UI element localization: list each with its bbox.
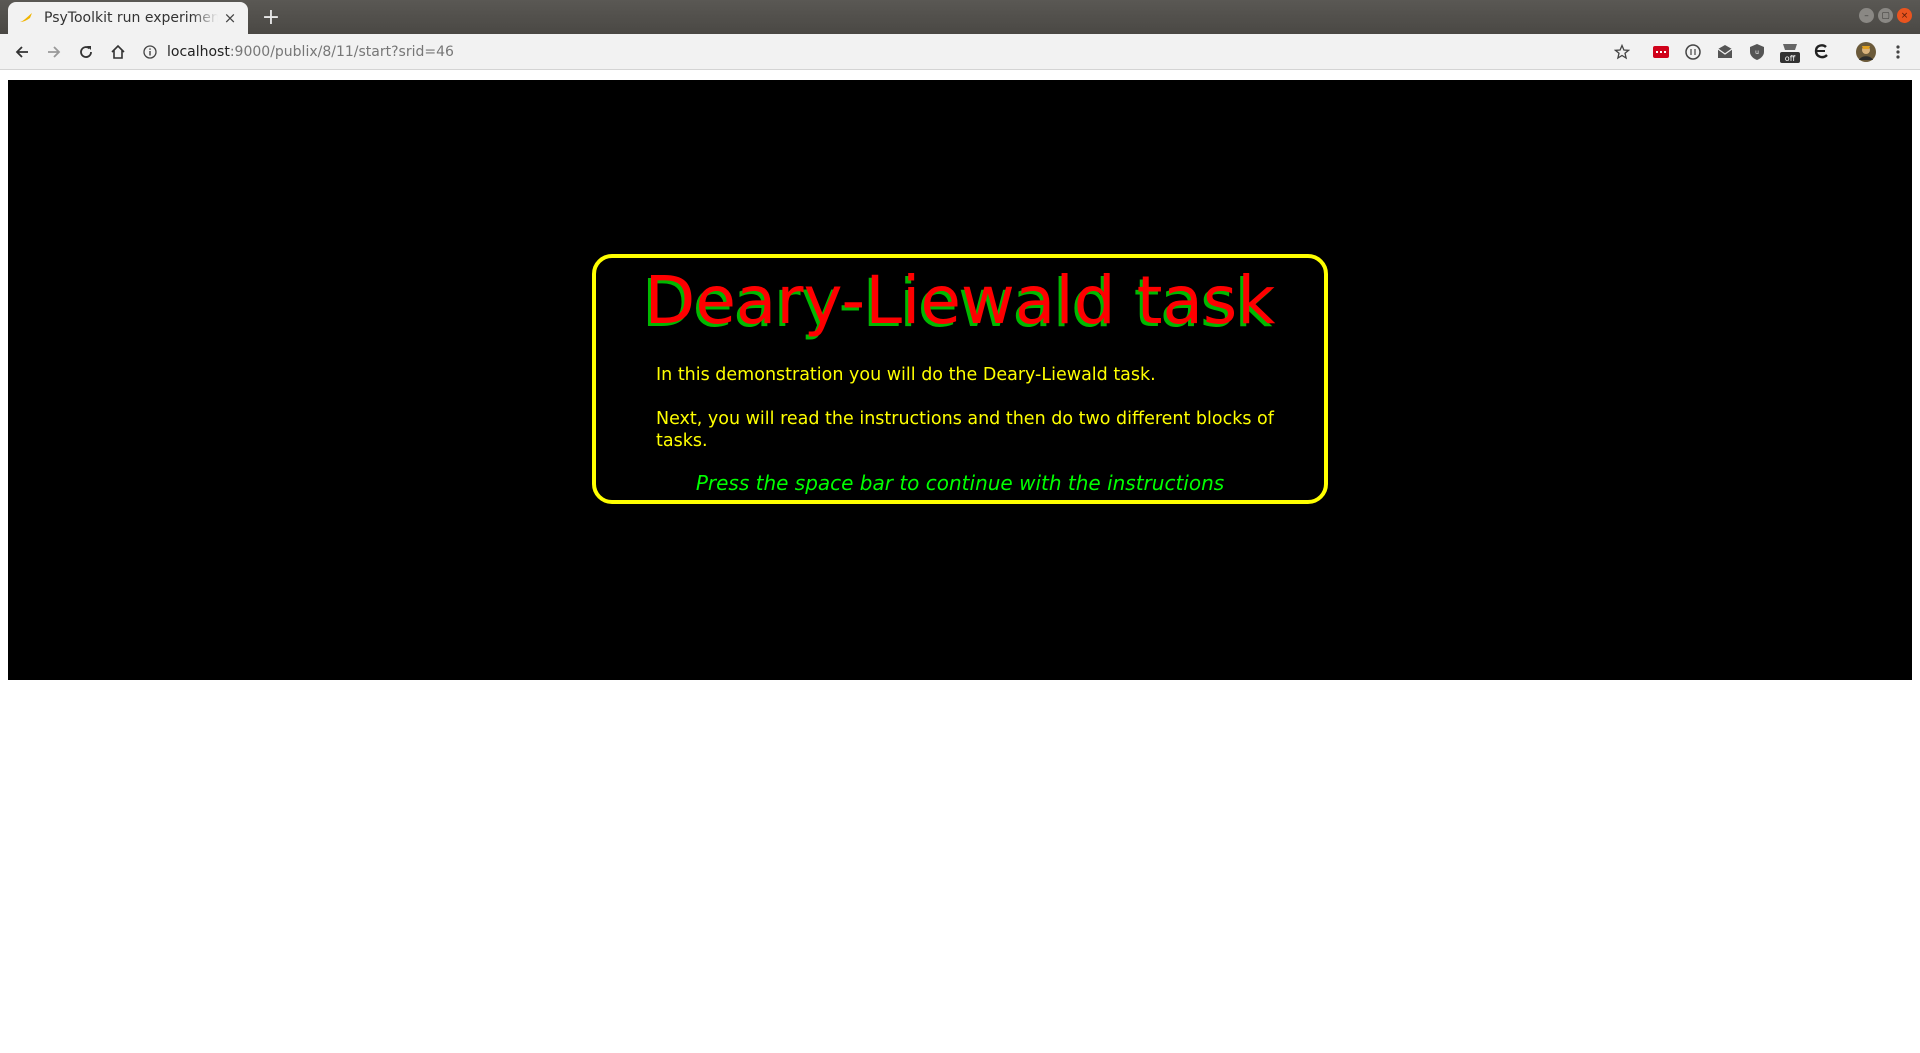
more-vertical-icon [1896,45,1900,59]
back-arrow-icon [15,46,28,58]
svg-text:off: off [1785,54,1796,63]
page-viewport: Deary-Liewald task In this demonstration… [0,70,1920,1053]
browser-titlebar: PsyToolkit run experiment × + – ▢ × [0,0,1920,34]
home-button[interactable] [104,38,132,66]
off-extension-icon[interactable]: off [1779,40,1801,64]
tab-title: PsyToolkit run experiment [44,10,218,26]
new-tab-button[interactable]: + [258,4,284,30]
tab-close-icon[interactable]: × [222,9,238,27]
experiment-stage[interactable]: Deary-Liewald task In this demonstration… [8,80,1912,680]
instruction-box: Deary-Liewald task In this demonstration… [592,254,1328,504]
url-host: localhost [167,44,230,60]
maximize-window-button[interactable]: ▢ [1878,8,1893,23]
home-icon [111,44,125,59]
url-path: :9000/publix/8/11/start?srid=46 [229,44,454,60]
reload-icon [80,46,92,58]
psytoolkit-favicon-icon [18,10,34,26]
close-window-button[interactable]: × [1897,8,1912,23]
instruction-paragraph-1: In this demonstration you will do the De… [656,365,1156,385]
url-text: localhost:9000/publix/8/11/start?srid=46 [167,44,454,60]
star-icon [1614,44,1630,60]
bookmark-star-button[interactable] [1608,38,1636,66]
browser-toolbar: localhost:9000/publix/8/11/start?srid=46… [0,34,1920,70]
task-title: Deary-Liewald task [644,262,1276,339]
profile-avatar-icon[interactable] [1855,41,1877,63]
e-extension-icon[interactable] [1811,42,1831,62]
reload-button[interactable] [72,38,100,66]
mail-extension-icon[interactable] [1715,42,1735,62]
shield-extension-icon[interactable]: u [1747,42,1767,62]
continue-prompt: Press the space bar to continue with the… [695,471,1225,495]
back-button[interactable] [8,38,36,66]
site-info-icon[interactable] [142,44,158,60]
window-controls: – ▢ × [1859,8,1912,23]
red-extension-icon[interactable] [1651,42,1671,62]
circle-extension-icon[interactable] [1683,42,1703,62]
instruction-paragraph-2: Next, you will read the instructions and… [656,409,1274,451]
svg-text:u: u [1755,49,1759,56]
browser-menu-button[interactable] [1888,38,1908,66]
browser-tab[interactable]: PsyToolkit run experiment × [8,2,248,34]
address-bar[interactable]: localhost:9000/publix/8/11/start?srid=46 [142,38,1632,66]
minimize-window-button[interactable]: – [1859,8,1874,23]
forward-button[interactable] [40,38,68,66]
forward-arrow-icon [48,46,61,58]
